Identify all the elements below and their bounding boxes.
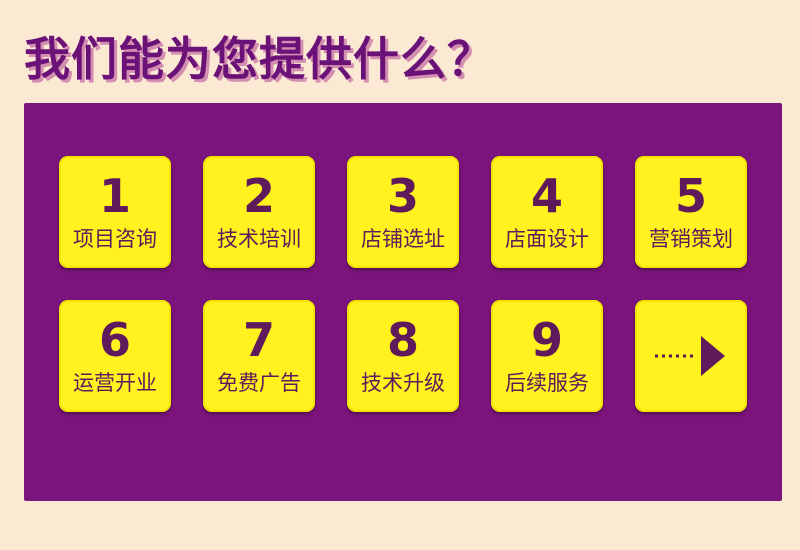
service-tile-site-selection[interactable]: 3 店铺选址 <box>347 156 459 268</box>
service-number: 9 <box>530 312 563 367</box>
next-button[interactable] <box>635 300 747 412</box>
arrow-right-icon <box>653 331 729 381</box>
service-label: 营销策划 <box>649 226 733 251</box>
service-number: 4 <box>530 168 563 223</box>
service-number: 6 <box>98 312 131 367</box>
service-number: 3 <box>386 168 419 223</box>
service-tile-free-advertising[interactable]: 7 免费广告 <box>203 300 315 412</box>
service-number: 1 <box>98 168 131 223</box>
services-grid: 1 项目咨询 2 技术培训 3 店铺选址 4 店面设计 5 营销策划 6 运营开… <box>59 156 747 412</box>
service-label: 免费广告 <box>217 370 301 395</box>
service-label: 项目咨询 <box>73 226 157 251</box>
service-tile-opening-operation[interactable]: 6 运营开业 <box>59 300 171 412</box>
service-number: 8 <box>386 312 419 367</box>
service-label: 技术培训 <box>217 226 301 251</box>
services-panel: 1 项目咨询 2 技术培训 3 店铺选址 4 店面设计 5 营销策划 6 运营开… <box>24 103 782 501</box>
service-tile-after-service[interactable]: 9 后续服务 <box>491 300 603 412</box>
service-tile-store-design[interactable]: 4 店面设计 <box>491 156 603 268</box>
service-number: 2 <box>242 168 275 223</box>
service-tile-project-consulting[interactable]: 1 项目咨询 <box>59 156 171 268</box>
service-number: 7 <box>242 312 275 367</box>
service-number: 5 <box>674 168 707 223</box>
service-tile-marketing-planning[interactable]: 5 营销策划 <box>635 156 747 268</box>
service-label: 运营开业 <box>73 370 157 395</box>
service-tile-tech-training[interactable]: 2 技术培训 <box>203 156 315 268</box>
service-label: 后续服务 <box>505 370 589 395</box>
service-label: 店面设计 <box>505 226 589 251</box>
service-label: 店铺选址 <box>361 226 445 251</box>
service-label: 技术升级 <box>361 370 445 395</box>
page-headline: 我们能为您提供什么？ <box>24 32 494 86</box>
service-tile-tech-upgrade[interactable]: 8 技术升级 <box>347 300 459 412</box>
